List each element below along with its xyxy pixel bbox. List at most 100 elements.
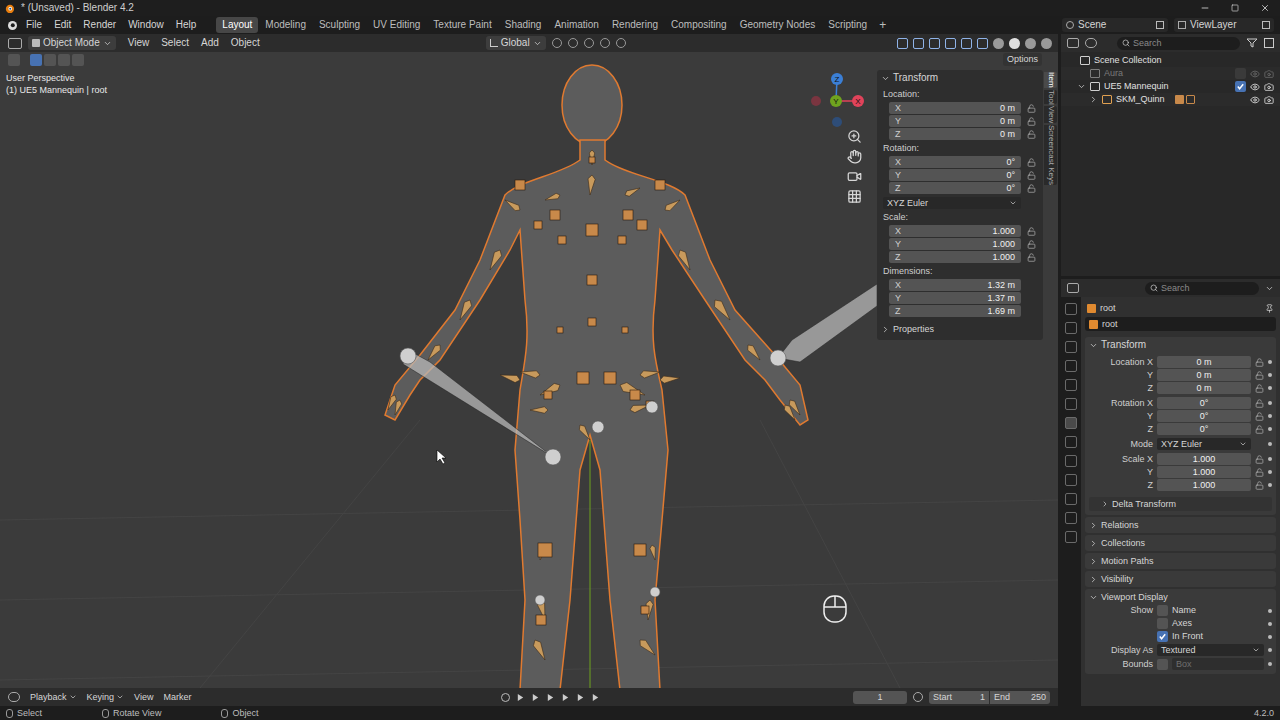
playback-icon[interactable] [516,693,525,702]
outliner-row[interactable]: SKM_Quinn [1061,93,1280,106]
display-mode-icon[interactable] [1085,38,1097,48]
checkbox[interactable] [1157,659,1168,670]
lock-toggle[interactable] [1025,227,1037,236]
select-mode-icon[interactable] [72,54,84,66]
keyframe-dot-icon[interactable] [1268,457,1272,461]
number-field[interactable]: 0 m [1157,382,1251,394]
overlay-toggle-icon[interactable] [913,38,924,49]
menu-item[interactable]: Window [128,20,164,30]
render-icon[interactable] [1264,82,1274,92]
properties-tab-icon[interactable] [1065,303,1077,315]
record-icon[interactable] [501,693,510,702]
editor-type-icon[interactable] [1067,283,1079,293]
timeline-menu[interactable]: Playback [30,693,77,702]
keyframe-dot-icon[interactable] [1268,648,1272,652]
sidebar-section-header[interactable]: Transform [877,70,1043,86]
keyframe-dot-icon[interactable] [1268,635,1272,639]
sidebar-tab[interactable]: View [1044,106,1057,123]
properties-tab-icon[interactable] [1065,360,1077,372]
lock-icon[interactable] [1255,399,1264,408]
panel-header[interactable]: Relations [1085,517,1276,533]
clock-icon[interactable] [913,692,923,702]
keyframe-dot-icon[interactable] [1268,373,1272,377]
lock-toggle[interactable] [1025,117,1037,126]
keyframe-dot-icon[interactable] [1268,427,1272,431]
overlay-toggle-icon[interactable] [945,38,956,49]
playback-icon[interactable] [531,693,540,702]
copy-icon[interactable] [1156,21,1164,29]
visibility-icon[interactable] [1250,82,1260,92]
playback-icon[interactable] [591,693,600,702]
lock-icon[interactable] [1255,371,1264,380]
lock-toggle[interactable] [1025,130,1037,139]
render-icon[interactable] [1264,95,1274,105]
tool-toggle-icon[interactable] [616,38,626,48]
number-field[interactable]: Z0° [889,182,1021,194]
shading-mode-icon[interactable] [993,38,1004,49]
copy-icon[interactable] [1262,21,1270,29]
minimize-button[interactable] [1190,3,1220,13]
properties-tab-icon[interactable] [1065,436,1077,448]
shading-mode-icon[interactable] [1041,38,1052,49]
workspace-tab[interactable]: UV Editing [367,17,426,33]
options-button[interactable]: Options [1003,53,1042,66]
render-icon[interactable] [1264,69,1274,79]
editor-type-icon[interactable] [8,38,22,49]
number-field[interactable]: Y0 m [889,115,1021,127]
select-mode-icon[interactable] [58,54,70,66]
properties-tab-icon[interactable] [1065,398,1077,410]
panel-header[interactable]: Collections [1085,535,1276,551]
properties-tab-icon[interactable] [1065,322,1077,334]
number-field[interactable]: 0° [1157,410,1251,422]
number-field[interactable]: 1.000 [1157,466,1251,478]
keyframe-dot-icon[interactable] [1268,662,1272,666]
filter-icon[interactable] [1246,38,1258,48]
keyframe-dot-icon[interactable] [1268,609,1272,613]
workspace-tab[interactable]: Layout [216,17,258,33]
lock-toggle[interactable] [1025,240,1037,249]
select-mode-icon[interactable] [30,54,42,66]
workspace-tab[interactable]: Sculpting [313,17,366,33]
timeline-menu[interactable]: Marker [163,693,191,702]
keyframe-dot-icon[interactable] [1268,483,1272,487]
timeline-menu[interactable]: Keying [87,693,125,702]
panel-header[interactable]: Motion Paths [1085,553,1276,569]
playback-icon[interactable] [576,693,585,702]
workspace-tab[interactable]: Animation [548,17,604,33]
workspace-tab[interactable]: Shading [499,17,548,33]
rotation-mode-dropdown[interactable]: XYZ Euler [883,197,1021,209]
viewport-canvas[interactable]: ZYXUser Perspective(1) UE5 Mannequin | r… [0,52,1058,688]
overlay-toggle-icon[interactable] [929,38,940,49]
checkbox[interactable] [1235,68,1246,79]
properties-tab-icon[interactable] [1065,493,1077,505]
lock-icon[interactable] [1255,384,1264,393]
checkbox[interactable] [1157,605,1168,616]
number-field[interactable]: 0° [1157,397,1251,409]
number-field[interactable]: X0 m [889,102,1021,114]
pin-icon[interactable] [1265,304,1274,313]
number-field[interactable]: Z1.000 [889,251,1021,263]
current-frame-field[interactable]: 1 [853,691,907,704]
editor-type-icon[interactable] [8,692,20,702]
viewport-menu[interactable]: Add [201,38,219,48]
properties-tab-icon[interactable] [1065,474,1077,486]
lock-icon[interactable] [1255,412,1264,421]
checkbox-option[interactable]: Axes [1157,618,1264,629]
keyframe-dot-icon[interactable] [1268,442,1272,446]
lock-icon[interactable] [1255,468,1264,477]
view-layer-field[interactable]: ViewLayer [1174,18,1274,32]
checkbox[interactable] [1157,631,1168,642]
checkbox-option[interactable]: In Front [1157,631,1264,642]
scene-field[interactable]: Scene [1062,18,1168,32]
subpanel-header[interactable]: Delta Transform [1089,497,1272,511]
bounds-dropdown[interactable]: Box [1172,658,1264,670]
blender-menu-icon[interactable] [6,19,18,31]
overlay-toggle-icon[interactable] [977,38,988,49]
lock-toggle[interactable] [1025,104,1037,113]
lock-icon[interactable] [1255,425,1264,434]
outliner-row[interactable]: UE5 Mannequin [1061,80,1280,93]
options-icon[interactable] [1265,284,1274,293]
number-field[interactable]: 1.000 [1157,453,1251,465]
maximize-button[interactable] [1220,4,1250,12]
lock-icon[interactable] [1255,481,1264,490]
